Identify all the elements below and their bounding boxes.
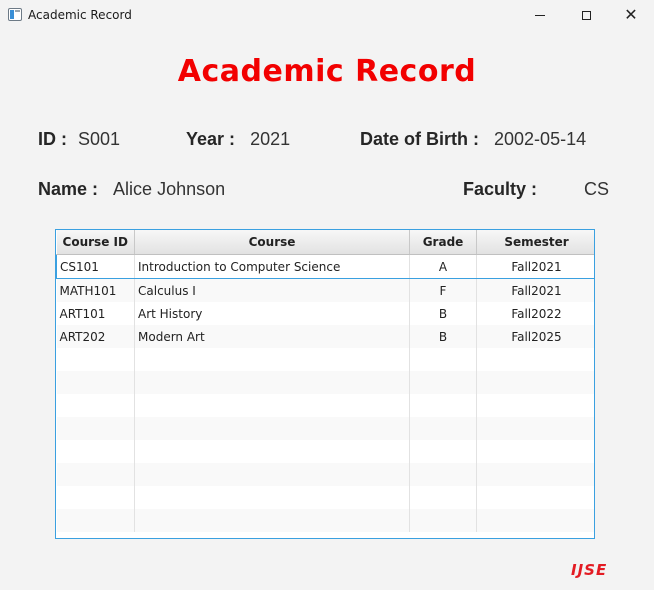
name-label: Name :: [38, 179, 99, 199]
cell-semester: Fall2021: [476, 278, 594, 302]
faculty-label: Faculty :: [463, 179, 538, 199]
cell-course: Calculus I: [134, 278, 410, 302]
minimize-button[interactable]: [517, 0, 563, 30]
column-header-course-id[interactable]: Course ID: [56, 230, 135, 255]
name-value: Alice Johnson: [113, 179, 226, 199]
empty-table-row: [56, 417, 594, 440]
maximize-icon: [581, 10, 591, 20]
cell-grade: B: [409, 302, 477, 325]
table-row[interactable]: ART101 Art History B Fall2022: [56, 302, 594, 325]
student-year: Year : 2021: [186, 129, 290, 150]
empty-table-row: [56, 371, 594, 394]
table-row[interactable]: CS101 Introduction to Computer Science A…: [56, 254, 594, 279]
column-header-grade[interactable]: Grade: [409, 230, 477, 255]
page-title: Academic Record: [177, 54, 477, 89]
empty-table-row: [56, 394, 594, 417]
faculty-value: CS: [584, 179, 610, 199]
cell-semester: Fall2025: [476, 325, 594, 348]
title-bar[interactable]: Academic Record ✕: [0, 0, 654, 30]
year-value: 2021: [250, 129, 291, 149]
empty-table-row: [56, 348, 594, 371]
cell-semester: Fall2021: [476, 254, 594, 279]
cell-course-id: ART202: [56, 325, 135, 348]
course-table[interactable]: Course ID Course Grade Semester CS101 In…: [55, 229, 595, 539]
year-label: Year :: [186, 129, 236, 149]
cell-course-id: ART101: [56, 302, 135, 325]
cell-course: Art History: [134, 302, 410, 325]
window-title: Academic Record: [28, 8, 132, 22]
id-value: S001: [78, 129, 121, 149]
dob-value: 2002-05-14: [494, 129, 587, 149]
dob-label: Date of Birth :: [360, 129, 479, 149]
cell-course-id: MATH101: [56, 278, 135, 302]
cell-grade: F: [409, 278, 477, 302]
id-label: ID :: [38, 129, 67, 149]
empty-table-row: [56, 509, 594, 532]
column-header-semester[interactable]: Semester: [476, 230, 594, 255]
empty-table-row: [56, 440, 594, 463]
student-name: Name : Alice Johnson: [38, 179, 225, 200]
ijse-logo: IJSE: [571, 561, 608, 579]
table-row[interactable]: MATH101 Calculus I F Fall2021: [56, 278, 594, 302]
cell-course: Introduction to Computer Science: [134, 254, 410, 279]
minimize-icon: [535, 14, 545, 16]
table-header-row: Course ID Course Grade Semester: [56, 230, 594, 255]
cell-semester: Fall2022: [476, 302, 594, 325]
column-header-course[interactable]: Course: [134, 230, 410, 255]
student-dob: Date of Birth : 2002-05-14: [360, 129, 586, 150]
close-button[interactable]: ✕: [608, 0, 654, 30]
cell-course: Modern Art: [134, 325, 410, 348]
student-id: ID : S001: [38, 129, 120, 150]
close-icon: ✕: [624, 5, 638, 24]
cell-grade: B: [409, 325, 477, 348]
student-faculty: Faculty : CS: [463, 179, 609, 200]
cell-grade: A: [409, 254, 477, 279]
table-row[interactable]: ART202 Modern Art B Fall2025: [56, 325, 594, 348]
app-icon: [8, 8, 22, 21]
cell-course-id: CS101: [56, 254, 135, 279]
empty-table-row: [56, 463, 594, 486]
maximize-button[interactable]: [563, 0, 609, 30]
empty-table-row: [56, 486, 594, 509]
